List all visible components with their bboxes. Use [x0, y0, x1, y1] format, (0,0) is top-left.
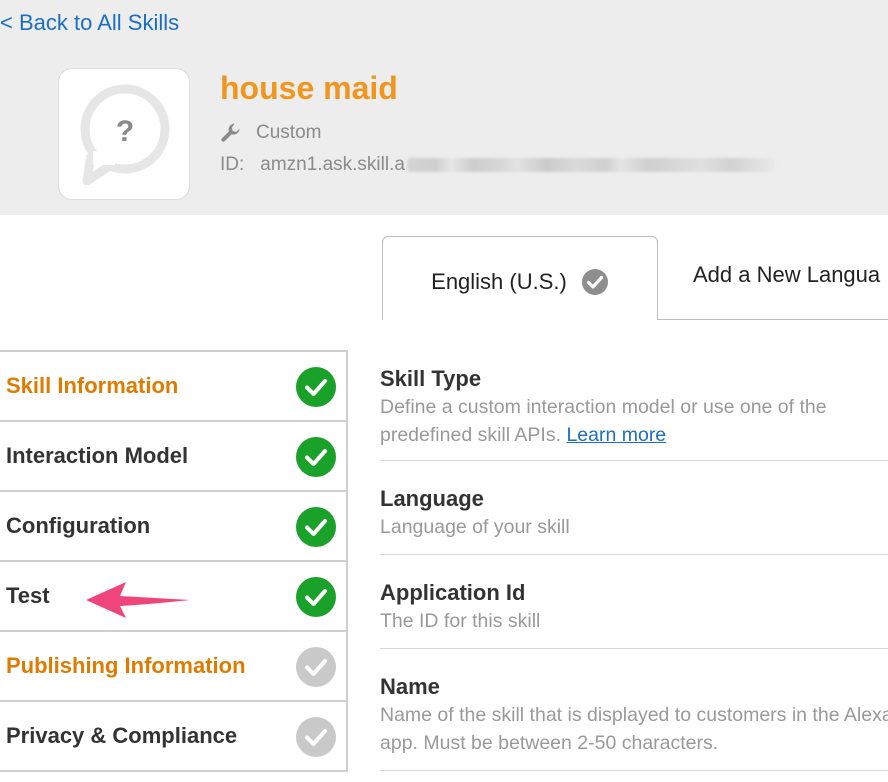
sidebar-item-configuration[interactable]: Configuration	[0, 492, 346, 562]
skill-information-form: Skill Type Define a custom interaction m…	[380, 365, 888, 771]
back-to-all-skills-link[interactable]: < Back to All Skills	[0, 10, 179, 36]
green-check-icon	[296, 437, 336, 477]
sidebar-item-interaction-model[interactable]: Interaction Model	[0, 422, 346, 492]
wrench-icon	[221, 123, 240, 142]
check-circle-icon	[581, 268, 608, 295]
sidebar-item-label: Publishing Information	[6, 653, 246, 678]
skill-type-label: Custom	[256, 122, 322, 143]
sidebar-item-label: Skill Information	[6, 373, 179, 398]
skill-name: house maid	[220, 70, 398, 106]
green-check-icon	[296, 367, 336, 407]
skill-icon: ?	[58, 68, 190, 200]
skill-id-label: ID:	[220, 154, 245, 175]
skill-sidebar-nav: Skill Information Interaction Model Conf…	[0, 350, 348, 772]
field-title: Application Id	[380, 580, 526, 605]
sidebar-item-label: Privacy & Compliance	[6, 723, 238, 748]
svg-text:?: ?	[116, 115, 134, 148]
field-language: Language Language of your skill	[380, 461, 888, 555]
green-check-icon	[296, 577, 336, 617]
question-mark-bubble-icon: ?	[80, 84, 170, 185]
field-title: Language	[380, 486, 484, 511]
sidebar-item-label: Test	[6, 583, 50, 608]
sidebar-item-label: Configuration	[6, 513, 151, 538]
tab-english-us-label: English (U.S.)	[431, 268, 567, 294]
gray-check-icon	[296, 647, 336, 687]
tab-english-us[interactable]: English (U.S.)	[382, 236, 658, 320]
field-description: Name of the skill that is displayed to c…	[380, 704, 888, 754]
learn-more-link[interactable]: Learn more	[566, 424, 666, 446]
field-description: The ID for this skill	[380, 610, 541, 632]
field-description: Language of your skill	[380, 516, 570, 538]
sidebar-item-publishing-information[interactable]: Publishing Information	[0, 632, 346, 702]
redacted-id-blur	[406, 158, 775, 172]
skill-header: < Back to All Skills ? house maid Custom…	[0, 0, 888, 215]
sidebar-item-label: Interaction Model	[6, 443, 189, 468]
skill-id-value: amzn1.ask.skill.a	[260, 154, 405, 175]
tab-add-new-language[interactable]: Add a New Langua	[657, 236, 888, 320]
tab-add-new-language-label: Add a New Langua	[693, 262, 881, 287]
field-name: Name Name of the skill that is displayed…	[380, 649, 888, 771]
field-title: Skill Type	[380, 366, 482, 391]
field-title: Name	[380, 674, 440, 699]
sidebar-item-skill-information[interactable]: Skill Information	[0, 352, 346, 422]
gray-check-icon	[296, 717, 336, 757]
sidebar-item-privacy-compliance[interactable]: Privacy & Compliance	[0, 702, 346, 772]
skill-id-row: ID: amzn1.ask.skill.a	[220, 152, 775, 178]
pink-arrow-icon	[86, 582, 190, 618]
field-description: Define a custom interaction model or use…	[380, 393, 888, 449]
field-application-id: Application Id The ID for this skill	[380, 555, 888, 649]
green-check-icon	[296, 507, 336, 547]
skill-type-row: Custom	[220, 120, 321, 146]
field-skill-type: Skill Type Define a custom interaction m…	[380, 365, 888, 461]
